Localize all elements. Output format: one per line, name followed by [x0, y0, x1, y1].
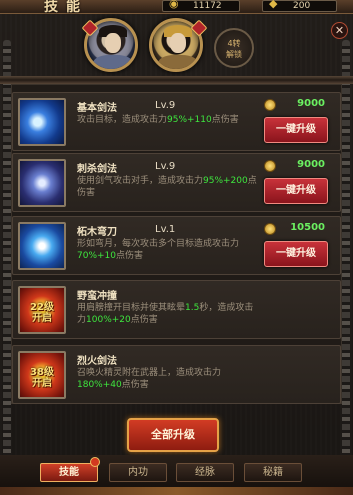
skill-value-highlight: 180%+40: [77, 380, 122, 390]
skill-name: 基本剑法: [77, 103, 117, 114]
gold-counter: ◉ 11172: [162, 0, 240, 12]
unlock-level-label: 38级 开启: [30, 367, 54, 389]
skill-desc-text: 使用剑气攻击对手，造成攻击力: [77, 176, 204, 186]
upgrade-cost: 9000: [297, 159, 325, 170]
skill-desc-text: 点伤害: [116, 251, 144, 261]
notification-dot: [90, 457, 100, 467]
charge-icon[interactable]: 22级 开启: [18, 286, 66, 334]
skill-value-highlight: 1.5: [185, 303, 200, 313]
gold-coin-icon: [264, 160, 276, 172]
skill-row[interactable]: 基本剑法 Lv.9 攻击目标，造成攻击力95%+110点伤害 9000 一键升级: [12, 92, 341, 151]
locked-character-slot[interactable]: 4转 解锁: [214, 28, 254, 68]
unlock-text: 4转 解锁: [226, 39, 242, 59]
tab-meridians[interactable]: 经脉: [176, 463, 234, 482]
right-chain-decoration: [342, 40, 350, 470]
skill-level: Lv.1: [155, 224, 176, 235]
fire-sword-icon[interactable]: 38级 开启: [18, 351, 66, 399]
ingot-value: 200: [293, 1, 311, 11]
gold-coin-icon: [264, 99, 276, 111]
skill-desc-text: 形如弯月，每次攻击多个目标造成攻击力: [77, 239, 240, 249]
close-button[interactable]: ✕: [331, 22, 348, 39]
skill-value-highlight: 95%+110: [167, 115, 212, 125]
tab-inner-power[interactable]: 内功: [109, 463, 167, 482]
gold-coin-icon: [264, 223, 276, 235]
top-bar: 技能 ◉ 11172 ◆ 200: [0, 0, 353, 15]
skill-name: 柘木弯刀: [77, 227, 117, 238]
skill-description: 召唤火精灵附在武器上，造成攻击力 180%+40点伤害: [77, 367, 257, 391]
skill-row[interactable]: 22级 开启 野蛮冲撞 用肩膀撞开目标并使其眩晕1.5秒，造成攻击力100%+20点伤…: [12, 280, 341, 339]
skill-row[interactable]: 38级 开启 烈火剑法 召唤火精灵附在武器上，造成攻击力 180%+40点伤害: [12, 345, 341, 404]
skill-desc-text: 点伤害: [121, 380, 149, 390]
skill-level: Lv.9: [155, 100, 176, 111]
tab-skills[interactable]: 技能: [40, 463, 98, 482]
skill-row[interactable]: 柘木弯刀 Lv.1 形如弯月，每次攻击多个目标造成攻击力 70%+10点伤害 10500…: [12, 216, 341, 275]
unlock-level-label: 22级 开启: [30, 302, 54, 324]
blue-sword-icon[interactable]: [18, 98, 66, 146]
one-click-upgrade-button[interactable]: 一键升级: [264, 178, 328, 204]
skill-description: 使用剑气攻击对手，造成攻击力95%+200点伤害: [77, 175, 257, 199]
portrait-body: [158, 55, 198, 69]
tab-secret-manuals[interactable]: 秘籍: [244, 463, 302, 482]
skill-row[interactable]: 刺杀剑法 Lv.9 使用剑气攻击对手，造成攻击力95%+200点伤害 9000 一键升级: [12, 153, 341, 212]
header-divider: [0, 76, 353, 84]
bottom-ornament: [0, 487, 353, 495]
one-click-upgrade-button[interactable]: 一键升级: [264, 117, 328, 143]
skill-desc-text: 召唤火精灵附在武器上，造成攻击力: [77, 368, 222, 378]
crescent-blade-icon[interactable]: [18, 222, 66, 270]
skill-name: 野蛮冲撞: [77, 291, 117, 302]
portrait-face: [105, 33, 121, 53]
upgrade-cost: 10500: [290, 222, 325, 233]
left-chain-decoration: [3, 40, 11, 470]
gold-value: 11172: [193, 1, 222, 11]
upgrade-all-button[interactable]: 全部升级: [127, 418, 219, 452]
slash-icon[interactable]: [18, 159, 66, 207]
skill-name: 烈火剑法: [77, 356, 117, 367]
skill-value-highlight: 100%+20: [86, 315, 131, 325]
skill-desc-text: 点伤害: [130, 315, 158, 325]
gold-coin-icon: ◉: [169, 0, 179, 10]
skill-value-highlight: 70%+10: [77, 251, 116, 261]
skill-description: 用肩膀撞开目标并使其眩晕1.5秒，造成攻击力100%+20点伤害: [77, 302, 257, 326]
skill-level: Lv.9: [155, 161, 176, 172]
skill-description: 形如弯月，每次攻击多个目标造成攻击力 70%+10点伤害: [77, 238, 257, 262]
skill-desc-text: 点伤害: [211, 115, 239, 125]
skill-description: 攻击目标，造成攻击力95%+110点伤害: [77, 114, 257, 126]
skills-screen: 技能 ◉ 11172 ◆ 200 ✕ 4转 解锁 基本剑法 Lv.9 攻击目标，造成攻…: [0, 0, 353, 495]
one-click-upgrade-button[interactable]: 一键升级: [264, 241, 328, 267]
portrait-face: [170, 33, 186, 53]
skill-desc-text: 攻击目标，造成攻击力: [77, 115, 168, 125]
skill-desc-text: 用肩膀撞开目标并使其眩晕: [77, 303, 186, 313]
window-title: 技能: [44, 0, 88, 15]
portrait-body: [93, 55, 133, 69]
skill-name: 刺杀剑法: [77, 164, 117, 175]
upgrade-cost: 9000: [297, 98, 325, 109]
ingot-icon: ◆: [269, 0, 278, 10]
ingot-counter: ◆ 200: [262, 0, 337, 12]
skill-value-highlight: 95%+200: [203, 176, 248, 186]
